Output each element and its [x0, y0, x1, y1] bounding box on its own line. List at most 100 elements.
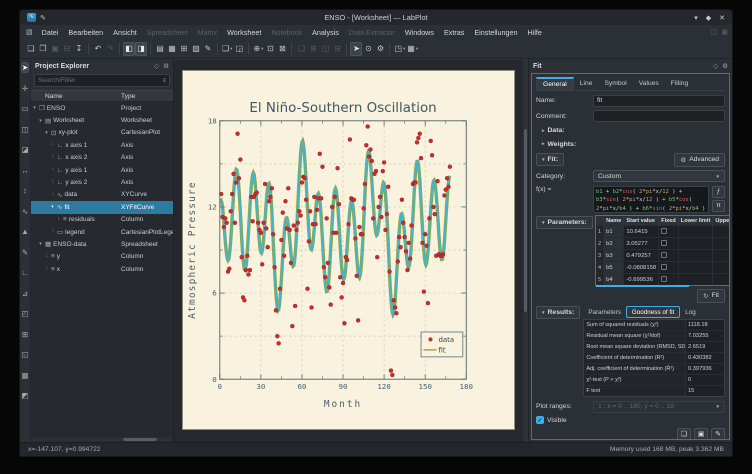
new-object-button[interactable]: ❏▾ [221, 42, 233, 56]
tree-row-Worksheet[interactable]: ▾▤WorksheetWorksheet [31, 114, 173, 126]
worksheet-vscrollbar[interactable] [523, 60, 528, 442]
param-upper-limit[interactable] [713, 250, 730, 262]
fit-curve[interactable] [220, 141, 449, 315]
add-image-tool-icon[interactable]: ▦ [21, 371, 28, 380]
parameters-section-toggle[interactable]: ▾ Parameters: [536, 216, 593, 229]
results-tab-log[interactable]: Log [680, 306, 701, 318]
new-note-button[interactable]: ✎ [202, 42, 214, 56]
param-fixed-cell[interactable] [659, 238, 679, 250]
minimize-button[interactable]: ▾ [694, 14, 698, 22]
pan-tool-icon[interactable]: ✛ [22, 84, 28, 93]
fit-page-button[interactable]: ⊡ [264, 42, 276, 56]
formula-input[interactable]: b1 + b2*cos( 2*pi*x/12 ) + b3*sin( 2*pi*… [593, 186, 709, 213]
tree-row-y[interactable]: └≡yColumn [31, 251, 173, 263]
param-lower-limit[interactable] [678, 250, 713, 262]
add-second-axis-tool-icon[interactable]: ⊿ [22, 289, 28, 298]
toggle-properties-dock-button[interactable]: ◨ [135, 42, 147, 56]
undo-button[interactable]: ↶ [92, 42, 104, 56]
param-lower-limit[interactable] [678, 238, 713, 250]
new-spreadsheet-button[interactable]: ▦ [166, 42, 178, 56]
close-button[interactable]: ✕ [719, 14, 725, 22]
select-tool-icon[interactable]: ➤ [22, 63, 28, 72]
maximize-button[interactable]: ◆ [706, 14, 711, 22]
menubar-extra-icon-2[interactable]: ▣ [721, 28, 728, 36]
param-start-value[interactable]: 0.479257 [624, 250, 659, 262]
results-section-toggle[interactable]: ▾ Results: [536, 306, 580, 319]
cascade-windows-button[interactable]: ❏ [295, 42, 307, 56]
zoom-button[interactable]: ⊕▾ [252, 42, 264, 56]
advanced-button[interactable]: ⚙ Advanced [674, 153, 725, 167]
weights-section-toggle[interactable]: ▸ Weights: [536, 139, 725, 149]
menu-ansicht[interactable]: Ansicht [108, 28, 142, 37]
open-project-button[interactable]: ❐ [37, 42, 49, 56]
param-row-b3[interactable]: 3b30.479257 [596, 250, 730, 262]
add-info-element-tool-icon[interactable]: ◩ [21, 391, 28, 400]
tree-row-y-axis-1[interactable]: └∟y axis 1Axis [31, 164, 173, 176]
param-lower-limit[interactable] [678, 274, 713, 286]
export-button[interactable]: ↧ [73, 42, 85, 56]
menu-einstellungen[interactable]: Einstellungen [469, 28, 522, 37]
tile-windows-button[interactable]: ⊞ [307, 42, 319, 56]
import-data-button[interactable]: ◲ [233, 42, 245, 56]
add-text-label-tool-icon[interactable]: ◱ [21, 350, 28, 359]
param-row-b4[interactable]: 5b4-0.699536 [596, 274, 730, 286]
dock-menu-icon[interactable]: ⚙ [163, 62, 169, 70]
plot-legend[interactable]: datafit [421, 332, 463, 357]
param-fixed-cell[interactable] [659, 226, 679, 238]
new-workbook-button[interactable]: ▤ [154, 42, 166, 56]
tree-row-legend[interactable]: └▭legendCartesianPlotLegend [31, 226, 173, 238]
menu-hilfe[interactable]: Hilfe [523, 28, 547, 37]
new-matrix-button[interactable]: ⊞ [178, 42, 190, 56]
explorer-hscrollbar-thumb[interactable] [123, 438, 157, 441]
new-project-button[interactable]: ❏ [25, 42, 37, 56]
float-dock-icon[interactable]: ◇ [154, 62, 159, 70]
param-fixed-cell[interactable] [659, 274, 679, 286]
add-legend-tool-icon[interactable]: ◰ [21, 309, 28, 318]
visible-checkbox[interactable]: ✓ [536, 416, 544, 424]
insert-function-button[interactable]: ƒ [712, 186, 725, 198]
fit-width-button[interactable]: ⊠ [276, 42, 288, 56]
shift-x-range-tool-icon[interactable]: ↔ [21, 166, 29, 175]
split-vertical-button[interactable]: ⊟ [331, 42, 343, 56]
worksheet-vscrollbar-thumb[interactable] [524, 129, 527, 312]
param-row-b2[interactable]: 2b23.05277 [596, 238, 730, 250]
split-horizontal-button[interactable]: ◫ [319, 42, 331, 56]
fixed-checkbox[interactable] [661, 252, 667, 258]
new-worksheet-button[interactable]: ▧ [190, 42, 202, 56]
param-lower-limit[interactable] [678, 262, 713, 274]
expander-icon[interactable]: ▾ [49, 204, 56, 210]
fixed-checkbox[interactable] [661, 276, 667, 282]
expander-icon[interactable]: ▾ [43, 130, 50, 136]
comment-input[interactable] [593, 110, 725, 122]
toggle-project-explorer-button[interactable]: ◧ [123, 42, 135, 56]
tree-row-x-axis-2[interactable]: └∟x axis 2Axis [31, 152, 173, 164]
param-row-b5[interactable]: 4b5-0.0808158 [596, 262, 730, 274]
tree-row-ENSO[interactable]: ▾❐ENSOProject [31, 102, 173, 114]
param-lower-limit[interactable] [678, 226, 713, 238]
add-curve-tool-icon[interactable]: ∿ [22, 207, 28, 216]
zoom-y-selection-tool-icon[interactable]: ◪ [21, 145, 28, 154]
menu-matrix[interactable]: Matrix [193, 28, 223, 37]
fixed-checkbox[interactable] [661, 228, 667, 234]
zoom-x-selection-tool-icon[interactable]: ◫ [21, 125, 28, 134]
add-histogram-tool-icon[interactable]: ▲ [21, 227, 28, 236]
expander-icon[interactable]: ▾ [37, 241, 44, 247]
add-plot-tool-icon[interactable]: ⊞ [22, 330, 28, 339]
load-template-button[interactable]: ❏ [677, 428, 691, 441]
param-start-value[interactable]: -0.699536 [624, 274, 659, 286]
param-fixed-cell[interactable] [659, 262, 679, 274]
print-button[interactable]: ⊟ [61, 42, 73, 56]
fixed-checkbox[interactable] [661, 240, 667, 246]
param-start-value[interactable]: 3.05277 [624, 238, 659, 250]
menubar-extra-icon-1[interactable]: ◫ [711, 28, 718, 36]
results-tab-goodness-of-fit[interactable]: Goodness of fit [626, 306, 680, 318]
column-header-type[interactable]: Type [121, 93, 173, 100]
explorer-hscrollbar[interactable] [31, 437, 173, 442]
fit-section-toggle[interactable]: ▾ Fit: [536, 153, 564, 166]
tree-row-y-axis-2[interactable]: └∟y axis 2Axis [31, 176, 173, 188]
tab-values[interactable]: Values [633, 77, 665, 90]
shift-y-range-tool-icon[interactable]: ↕ [23, 186, 27, 195]
search-input[interactable] [38, 77, 162, 84]
menu-windows[interactable]: Windows [400, 28, 439, 37]
param-upper-limit[interactable] [713, 226, 730, 238]
